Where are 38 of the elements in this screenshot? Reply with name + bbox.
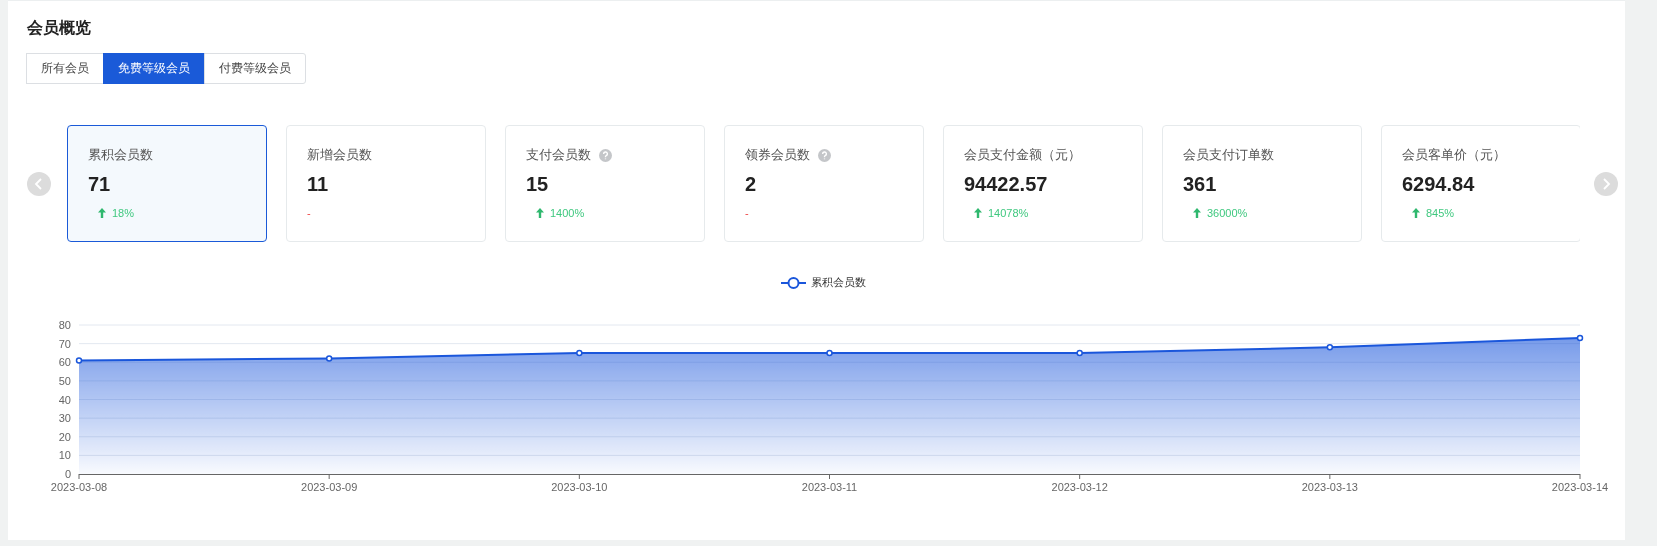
stat-label: 领券会员数 (745, 146, 810, 164)
stat-value: 11 (307, 173, 329, 197)
section-title: 会员概览 (27, 18, 91, 38)
x-axis-label: 2023-03-10 (551, 481, 608, 493)
stat-change: 18% (112, 207, 135, 219)
stat-value: 71 (88, 173, 111, 197)
y-axis-label: 20 (58, 430, 71, 443)
stat-label: 支付会员数 (526, 146, 591, 164)
x-axis-label: 2023-03-11 (801, 481, 858, 493)
x-axis-label: 2023-03-08 (50, 481, 108, 493)
stat-value: 2 (745, 173, 757, 197)
y-axis-label: 40 (58, 393, 71, 406)
stat-value: 15 (526, 173, 549, 197)
y-axis-label: 60 (58, 356, 71, 369)
stat-value: 6294.84 (1402, 173, 1475, 197)
stat-change: 14078% (988, 207, 1029, 219)
stat-value: 361 (1183, 173, 1217, 197)
stat-change: 36000% (1207, 207, 1248, 219)
y-axis-label: 80 (58, 319, 71, 331)
stat-label: 会员支付订单数 (1183, 146, 1274, 164)
x-axis-label: 2023-03-09 (301, 481, 358, 493)
stat-label: 新增会员数 (307, 146, 372, 164)
stat-value: 94422.57 (964, 173, 1048, 197)
stat-change: 1400% (550, 207, 585, 219)
stat-label: 会员客单价（元） (1402, 146, 1506, 164)
x-axis-label: 2023-03-14 (1551, 481, 1609, 493)
y-axis-label: 30 (58, 412, 71, 425)
stat-label: 累积会员数 (88, 146, 153, 164)
stat-change: - (745, 207, 749, 219)
y-axis-label: 10 (58, 449, 71, 462)
y-axis-label: 70 (58, 337, 71, 350)
stat-change: 845% (1426, 207, 1455, 219)
x-axis-label: 2023-03-13 (1301, 481, 1358, 493)
stat-change: - (307, 207, 311, 219)
y-axis-label: 50 (58, 374, 71, 387)
x-axis-label: 2023-03-12 (1051, 481, 1108, 493)
stat-label: 会员支付金额（元） (964, 146, 1081, 164)
y-axis-label: 0 (64, 468, 71, 480)
